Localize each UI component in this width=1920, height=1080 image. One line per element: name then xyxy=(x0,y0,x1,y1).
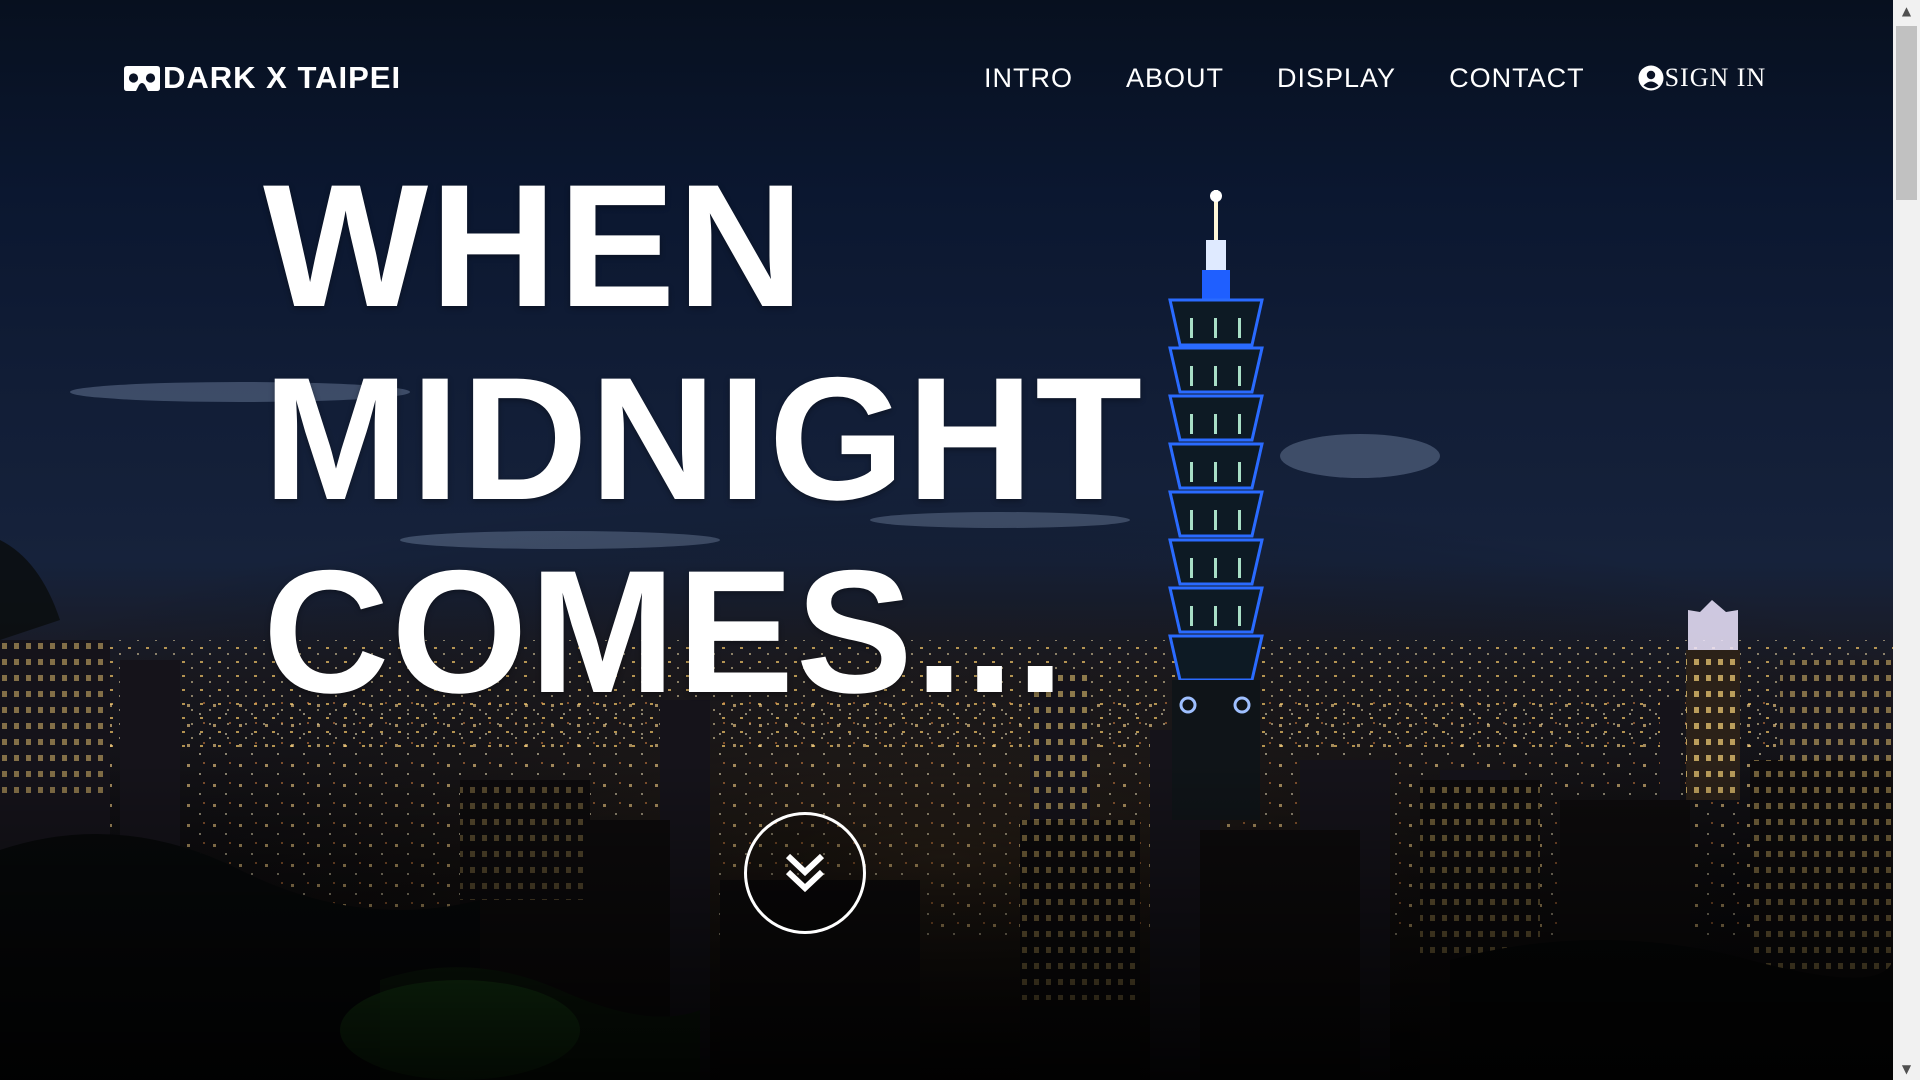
hero-headline: WHEN MIDNIGHT COMES... xyxy=(263,150,1144,729)
headline-line-2: MIDNIGHT xyxy=(263,342,1145,537)
sign-in-link[interactable]: SIGN IN xyxy=(1638,63,1767,93)
page-scrollbar[interactable]: ▲ ▼ xyxy=(1893,0,1920,1080)
brand-name: DARK X TAIPEI xyxy=(163,60,402,95)
scrollbar-thumb[interactable] xyxy=(1896,26,1917,200)
double-chevron-down-icon xyxy=(785,853,825,893)
scroll-down-arrow-icon[interactable]: ▼ xyxy=(1893,1058,1920,1080)
sign-in-label: SIGN IN xyxy=(1664,63,1767,92)
nav-item-contact[interactable]: CONTACT xyxy=(1449,63,1585,94)
vr-goggles-icon xyxy=(124,66,160,91)
headline-line-3: COMES... xyxy=(263,535,1067,730)
scroll-up-arrow-icon[interactable]: ▲ xyxy=(1893,0,1920,22)
brand-logo[interactable]: DARK X TAIPEI xyxy=(123,58,401,98)
user-circle-icon xyxy=(1638,65,1664,91)
nav-item-display[interactable]: DISPLAY xyxy=(1277,63,1396,94)
headline-line-1: WHEN xyxy=(263,149,806,344)
scroll-down-button[interactable] xyxy=(744,812,866,934)
taipei-101-tower xyxy=(1168,190,1264,820)
nav-item-intro[interactable]: INTRO xyxy=(984,63,1073,94)
browser-viewport: DARK X TAIPEI INTRO ABOUT DISPLAY CONTAC… xyxy=(0,0,1920,1080)
hero-section: DARK X TAIPEI INTRO ABOUT DISPLAY CONTAC… xyxy=(0,0,1893,1080)
site-header: DARK X TAIPEI INTRO ABOUT DISPLAY CONTAC… xyxy=(0,0,1893,160)
nav-item-about[interactable]: ABOUT xyxy=(1126,63,1224,94)
main-nav: INTRO ABOUT DISPLAY CONTACT SIGN IN xyxy=(984,58,1766,98)
